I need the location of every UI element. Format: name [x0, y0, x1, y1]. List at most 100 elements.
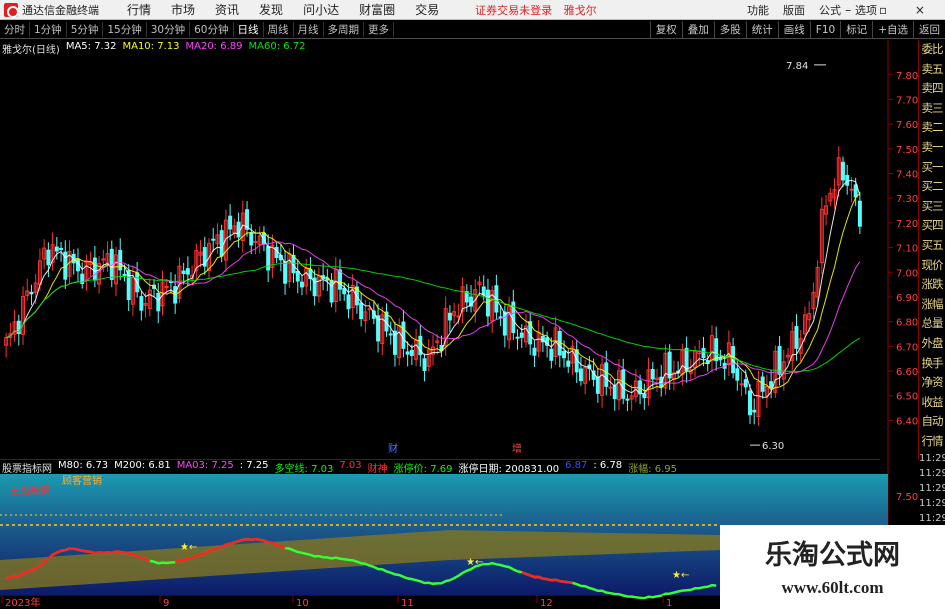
- menu-wealth[interactable]: 财富圈: [359, 1, 395, 18]
- multi-stock-button[interactable]: 多股: [713, 21, 746, 39]
- indicator-name[interactable]: 股票指标网: [2, 460, 52, 475]
- side-panel-item[interactable]: 净资: [919, 373, 945, 393]
- current-stock-name: 雅戈尔: [563, 3, 597, 17]
- bull-line-segment: [521, 571, 573, 585]
- side-panel-item[interactable]: 卖三: [919, 99, 945, 119]
- period-daily[interactable]: 日线: [234, 22, 264, 37]
- side-panel-item[interactable]: 委比: [919, 40, 945, 60]
- indicator-tick-label: 7.50: [896, 492, 918, 503]
- candle-down: [676, 370, 681, 374]
- candle-up: [536, 331, 541, 352]
- back-button[interactable]: 返回: [913, 21, 945, 39]
- period-15min[interactable]: 15分钟: [103, 22, 147, 37]
- period-1min[interactable]: 1分钟: [30, 22, 67, 37]
- candle-up: [435, 340, 440, 344]
- candle-up: [633, 380, 638, 397]
- side-panel-item[interactable]: 卖一: [919, 138, 945, 158]
- candle-up: [253, 240, 258, 243]
- side-panel-item[interactable]: 买四: [919, 216, 945, 236]
- candle-down: [777, 346, 782, 375]
- side-panel-item[interactable]: 卖四: [919, 79, 945, 99]
- menu-news[interactable]: 资讯: [215, 1, 239, 18]
- overlay-button[interactable]: 叠加: [681, 21, 714, 39]
- candle-up: [629, 395, 634, 400]
- add-watchlist-button[interactable]: +自选: [872, 21, 913, 39]
- candle-down: [566, 360, 571, 367]
- period-multi[interactable]: 多周期: [324, 22, 364, 37]
- candle-down: [346, 294, 351, 310]
- menu-formula[interactable]: 公式: [819, 2, 841, 18]
- restore-rights-button[interactable]: 复权: [649, 21, 682, 39]
- star-signal-icon: ★←: [466, 557, 483, 568]
- candle-up: [198, 251, 203, 256]
- menu-function[interactable]: 功能: [747, 2, 769, 18]
- menu-discover[interactable]: 发现: [259, 1, 283, 18]
- candle-up: [363, 311, 368, 322]
- candle-down: [295, 270, 300, 282]
- candle-up: [764, 385, 769, 397]
- candle-up: [88, 261, 93, 266]
- candle-up: [600, 364, 605, 396]
- side-panel-item[interactable]: 买三: [919, 197, 945, 217]
- window-controls[interactable]: – ▫ ×: [845, 3, 937, 17]
- candle-up: [37, 260, 42, 286]
- candle-up: [257, 235, 262, 245]
- bull-bear-line: [5, 537, 717, 600]
- period-weekly[interactable]: 周线: [264, 22, 294, 37]
- indicator-legend: 股票指标网 M80: 6.73 M200: 6.81 MA03: 7.25 : …: [0, 459, 880, 475]
- period-30min[interactable]: 30分钟: [147, 22, 191, 37]
- side-panel-item[interactable]: 买二: [919, 177, 945, 197]
- side-panel-item[interactable]: 卖五: [919, 60, 945, 80]
- side-panel-item[interactable]: 买五: [919, 236, 945, 256]
- period-more[interactable]: 更多: [364, 22, 394, 37]
- menu-trade[interactable]: 交易: [415, 1, 439, 18]
- side-panel-item[interactable]: 自动: [919, 412, 945, 432]
- side-panel-item[interactable]: 收益: [919, 393, 945, 413]
- period-monthly[interactable]: 月线: [294, 22, 324, 37]
- candle-up: [240, 212, 245, 242]
- price-tick-label: 6.80: [896, 318, 918, 329]
- side-panel-item[interactable]: 行情: [919, 432, 945, 452]
- candle-up: [849, 188, 854, 191]
- side-panel-item[interactable]: 买一: [919, 158, 945, 178]
- candle-up: [147, 289, 152, 309]
- candle-down: [202, 247, 207, 267]
- candle-up: [477, 281, 482, 286]
- side-panel-item[interactable]: 总量: [919, 314, 945, 334]
- candle-down: [29, 291, 34, 295]
- candle-up: [756, 381, 761, 417]
- menu-quotes[interactable]: 行情: [127, 1, 151, 18]
- candle-down: [595, 376, 600, 394]
- side-panel-item[interactable]: 卖二: [919, 118, 945, 138]
- side-panel-item[interactable]: 现价: [919, 256, 945, 276]
- candle-down: [75, 259, 80, 272]
- mark-button[interactable]: 标记: [840, 21, 872, 39]
- side-panel-item[interactable]: 外盘: [919, 334, 945, 354]
- candle-down: [748, 390, 752, 416]
- period-60min[interactable]: 60分钟: [190, 22, 234, 37]
- menu-layout[interactable]: 版面: [783, 2, 805, 18]
- candle-down: [63, 251, 68, 280]
- period-tick[interactable]: 分时: [0, 22, 30, 37]
- side-panel-item[interactable]: 涨幅: [919, 295, 945, 315]
- candle-up: [164, 285, 169, 289]
- bull-bear-line-value: 多空线: 7.03: [274, 464, 334, 475]
- candle-up: [583, 367, 588, 384]
- side-panel-item[interactable]: 换手: [919, 354, 945, 374]
- date-tick-label: 11: [401, 598, 414, 609]
- statistics-button[interactable]: 统计: [745, 21, 778, 39]
- side-panel-time: 11:29: [919, 453, 945, 465]
- candle-down: [604, 362, 609, 387]
- side-panel-item[interactable]: 涨跌: [919, 275, 945, 295]
- menu-ask[interactable]: 问小达: [303, 1, 339, 18]
- candle-up: [655, 377, 659, 381]
- login-status-text[interactable]: 证券交易未登录: [475, 4, 552, 17]
- candle-down: [299, 281, 304, 288]
- login-status[interactable]: 证券交易未登录 雅戈尔: [475, 2, 605, 18]
- candle-down: [245, 209, 250, 230]
- draw-line-button[interactable]: 画线: [777, 21, 810, 39]
- candle-down: [156, 292, 161, 312]
- f10-button[interactable]: F10: [809, 21, 840, 39]
- period-5min[interactable]: 5分钟: [67, 22, 104, 37]
- menu-market[interactable]: 市场: [171, 1, 195, 18]
